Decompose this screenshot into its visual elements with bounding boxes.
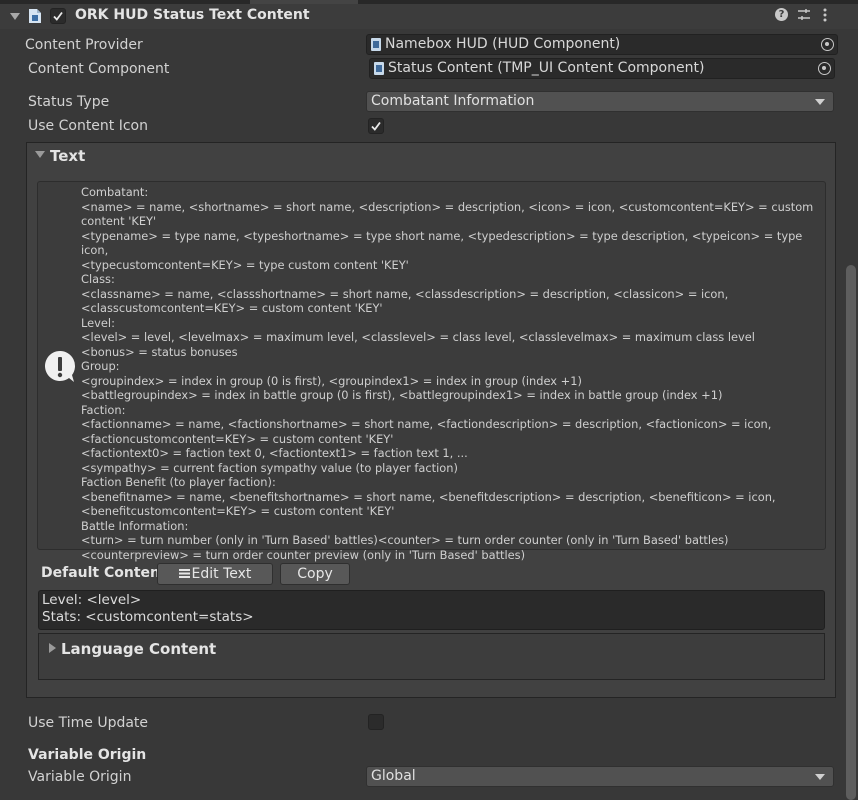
help-text-line: <benefitname> = name, <benefitshortname>… xyxy=(81,489,776,504)
info-icon xyxy=(44,350,76,388)
content-component-value: Status Content (TMP_UI Content Component… xyxy=(388,60,705,76)
help-text-line: <bonus> = status bonuses xyxy=(81,344,238,359)
foldout-arrow-right-icon[interactable] xyxy=(49,643,56,653)
help-text-line: <factioncustomcontent=KEY> = custom cont… xyxy=(81,431,394,446)
use-time-update-checkbox[interactable] xyxy=(368,714,384,730)
object-picker-icon[interactable] xyxy=(821,38,834,51)
list-icon xyxy=(178,565,190,585)
help-text-line: Group: xyxy=(81,359,120,373)
hud-component-icon xyxy=(371,38,381,51)
help-text-line: <classcustomcontent=KEY> = custom conten… xyxy=(81,301,383,315)
chevron-down-icon xyxy=(815,774,825,780)
component-title: ORK HUD Status Text Content xyxy=(75,7,310,23)
variable-origin-section-title: Variable Origin xyxy=(28,747,147,763)
help-text-line: <benefitcustomcontent=KEY> = custom cont… xyxy=(81,504,395,518)
chevron-down-icon xyxy=(815,99,825,105)
help-text: Combatant: <name> = name, <shortname> = s… xyxy=(81,185,816,562)
help-box: Combatant: <name> = name, <shortname> = s… xyxy=(37,181,826,562)
help-text-line: <turn> = turn number (only in 'Turn Base… xyxy=(81,533,729,547)
language-content-title[interactable]: Language Content xyxy=(61,640,216,658)
variable-origin-label: Variable Origin xyxy=(28,769,132,785)
help-text-line: <groupindex> = index in group (0 is firs… xyxy=(81,373,582,388)
help-text-line: <classname> = name, <classshortname> = s… xyxy=(81,286,729,301)
variable-origin-value: Global xyxy=(371,768,416,784)
default-content-line: Stats: <customcontent=stats> xyxy=(42,609,254,625)
help-text-line: Level: xyxy=(81,315,115,330)
default-content-line: Level: <level> xyxy=(42,592,142,608)
help-text-line: Faction: xyxy=(81,402,126,417)
foldout-arrow-icon[interactable] xyxy=(35,151,45,158)
help-text-line: Battle Information: xyxy=(81,518,189,533)
help-text-line: <sympathy> = current faction sympathy va… xyxy=(81,460,458,475)
status-type-label: Status Type xyxy=(28,94,110,110)
default-content-label: Default Content xyxy=(41,565,167,581)
default-content-textarea[interactable]: Level: <level> Stats: <customcontent=sta… xyxy=(38,590,825,630)
help-text-line: <battlegroupindex> = index in battle gro… xyxy=(81,388,723,402)
use-content-icon-label: Use Content Icon xyxy=(28,118,148,134)
content-provider-field[interactable]: Namebox HUD (HUD Component) xyxy=(366,34,838,55)
status-type-dropdown[interactable]: Combatant Information xyxy=(366,91,834,112)
use-content-icon-checkbox[interactable] xyxy=(368,118,384,134)
edit-text-button[interactable]: Edit Text xyxy=(157,563,273,585)
vertical-scrollbar[interactable] xyxy=(846,265,856,800)
help-text-line: <typename> = type name, <typeshortname> … xyxy=(81,228,806,258)
status-type-value: Combatant Information xyxy=(371,93,535,109)
foldout-arrow-icon[interactable] xyxy=(10,13,20,20)
object-picker-icon[interactable] xyxy=(818,62,831,75)
variable-origin-dropdown[interactable]: Global xyxy=(366,766,834,787)
component-enabled-checkbox[interactable] xyxy=(50,8,66,24)
help-text-line: Combatant: xyxy=(81,185,149,199)
content-provider-value: Namebox HUD (HUD Component) xyxy=(385,36,621,52)
help-text-line: <counterpreview> = turn order counter pr… xyxy=(81,547,526,562)
more-options-icon[interactable] xyxy=(822,8,828,26)
help-text-line: Faction Benefit (to player faction): xyxy=(81,475,276,489)
help-text-line: <level> = level, <levelmax> = maximum le… xyxy=(81,330,755,344)
text-section-title[interactable]: Text xyxy=(50,147,85,165)
help-text-line: content 'KEY' xyxy=(81,214,157,228)
preset-icon[interactable] xyxy=(797,8,811,26)
help-text-line: <name> = name, <shortname> = short name,… xyxy=(81,199,814,214)
help-text-line: Class: xyxy=(81,272,115,286)
content-component-label: Content Component xyxy=(28,61,170,77)
content-component-icon xyxy=(374,62,384,75)
help-text-line: <typecustomcontent=KEY> = type custom co… xyxy=(81,257,409,272)
edit-text-label: Edit Text xyxy=(191,566,252,582)
copy-button[interactable]: Copy xyxy=(280,563,350,585)
help-icon[interactable]: ? xyxy=(775,8,788,21)
content-provider-label: Content Provider xyxy=(25,37,143,53)
help-text-line: <factionname> = name, <factionshortname>… xyxy=(81,417,772,431)
content-component-field[interactable]: Status Content (TMP_UI Content Component… xyxy=(369,58,835,79)
use-time-update-label: Use Time Update xyxy=(28,715,149,731)
component-header[interactable]: ORK HUD Status Text Content ? xyxy=(0,4,858,29)
help-text-line: <factiontext0> = faction text 0, <factio… xyxy=(81,446,468,460)
script-icon xyxy=(28,8,42,24)
